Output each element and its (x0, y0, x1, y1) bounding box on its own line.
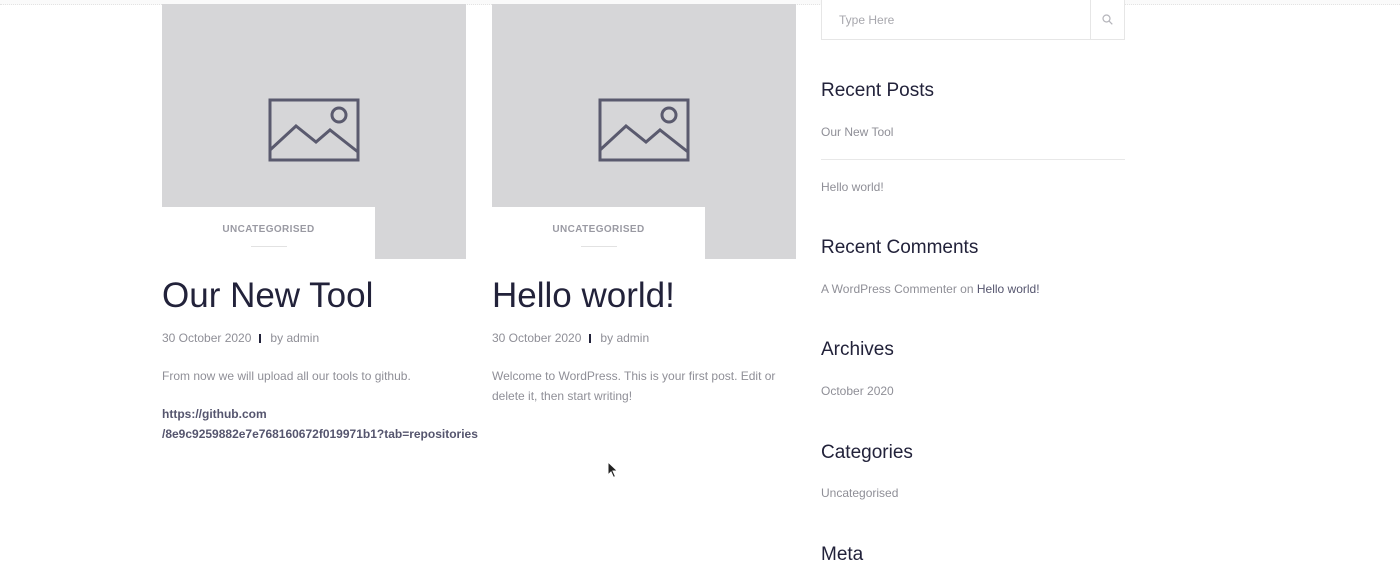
category-divider (250, 246, 287, 247)
post-date[interactable]: 30 October 2020 (162, 331, 251, 345)
post-excerpt: From now we will upload all our tools to… (162, 369, 411, 383)
category-tag: UNCATEGORISED (162, 207, 375, 259)
search-form (821, 0, 1125, 40)
post-thumbnail[interactable]: UNCATEGORISED (162, 4, 466, 259)
recent-post-link[interactable]: Our New Tool (821, 125, 893, 139)
post-author[interactable]: admin (616, 331, 649, 345)
meta-title: Meta (821, 544, 864, 565)
post-meta: 30 October 2020 by admin (162, 330, 466, 346)
by-label: by (270, 331, 284, 345)
category-link[interactable]: Uncategorised (821, 486, 898, 500)
recent-post-link[interactable]: Hello world! (821, 180, 884, 194)
recent-comment-item: A WordPress Commenter on Hello world! (821, 282, 1040, 296)
post-meta: 30 October 2020 by admin (492, 330, 796, 346)
search-button[interactable] (1090, 0, 1124, 39)
categories-title: Categories (821, 442, 913, 463)
search-input[interactable] (822, 0, 1090, 39)
post-date[interactable]: 30 October 2020 (492, 331, 581, 345)
post-card: UNCATEGORISED Hello world! 30 October 20… (492, 4, 796, 406)
meta-separator (259, 334, 262, 343)
mouse-cursor-icon (607, 461, 619, 479)
post-thumbnail[interactable]: UNCATEGORISED (492, 4, 796, 259)
post-author[interactable]: admin (286, 331, 319, 345)
post-github-link[interactable]: https://github.com /8e9c9259882e7e768160… (162, 404, 492, 444)
link-line-1[interactable]: https://github.com (162, 404, 492, 424)
image-placeholder-icon (268, 98, 360, 162)
category-link[interactable]: UNCATEGORISED (492, 224, 705, 235)
archives-title: Archives (821, 339, 894, 360)
link-line-2[interactable]: /8e9c9259882e7e768160672f019971b1?tab=re… (162, 424, 492, 444)
category-link[interactable]: UNCATEGORISED (162, 224, 375, 235)
post-title[interactable]: Our New Tool (162, 276, 466, 316)
recent-posts-title: Recent Posts (821, 80, 934, 101)
meta-separator (589, 334, 592, 343)
post-card: UNCATEGORISED Our New Tool 30 October 20… (162, 4, 478, 444)
category-divider (580, 246, 617, 247)
post-excerpt: Welcome to WordPress. This is your first… (492, 369, 776, 403)
recent-comments-title: Recent Comments (821, 237, 979, 258)
by-label: by (600, 331, 614, 345)
comment-author-link[interactable]: A WordPress Commenter (821, 282, 957, 296)
recent-posts-divider (821, 159, 1125, 160)
post-title[interactable]: Hello world! (492, 276, 796, 316)
archive-link[interactable]: October 2020 (821, 384, 894, 398)
search-icon (1102, 14, 1113, 25)
comment-post-link[interactable]: Hello world! (977, 282, 1040, 296)
image-placeholder-icon (598, 98, 690, 162)
category-tag: UNCATEGORISED (492, 207, 705, 259)
comment-on-label: on (960, 282, 974, 296)
